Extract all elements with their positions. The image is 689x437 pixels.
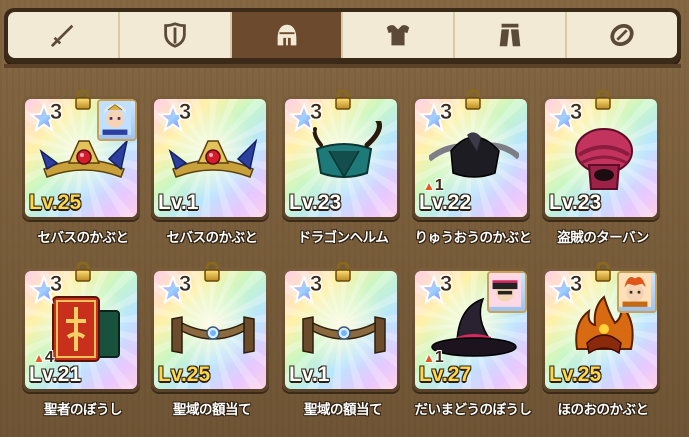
- tab-head[interactable]: [231, 12, 344, 58]
- item-frame: 3 ▲4 Lv.21: [22, 268, 140, 392]
- item-level: Lv.21: [29, 363, 82, 386]
- item-level: Lv.25: [549, 363, 602, 386]
- item-name: セバスのかぶと: [166, 230, 259, 246]
- item-frame: 3 Lv.1: [151, 96, 269, 220]
- tab-body-top[interactable]: [343, 12, 456, 58]
- item-level: Lv.25: [158, 363, 211, 386]
- equipment-card[interactable]: 3 Lv.1 セバスのかぶと: [147, 96, 272, 256]
- tab-body-bottom[interactable]: [455, 12, 568, 58]
- item-level: Lv.27: [419, 363, 472, 386]
- equipped-character-avatar: [97, 99, 137, 141]
- shield-icon: [163, 22, 186, 48]
- item-name: セバスのかぶと: [37, 230, 130, 246]
- rarity-number: 3: [310, 271, 323, 296]
- lock-icon: [74, 89, 92, 110]
- item-frame: 3 Lv.25: [542, 268, 660, 392]
- lock-icon: [594, 261, 612, 282]
- item-name: だいまどうのぼうし: [414, 402, 533, 418]
- accessory-ring-icon: [610, 24, 634, 46]
- rarity-number: 3: [50, 271, 63, 296]
- equipment-card[interactable]: 3 Lv.23 盗賊のターバン: [538, 89, 663, 256]
- lock-icon: [203, 261, 221, 282]
- item-frame: 3 ▲1 Lv.22: [412, 96, 530, 220]
- item-frame: 3 Lv.25: [151, 268, 269, 392]
- rarity-number: 3: [570, 271, 583, 296]
- rarity-number: 3: [570, 99, 583, 124]
- equipment-category-tabs: [4, 8, 681, 64]
- rarity-number: 3: [50, 99, 63, 124]
- tab-accessory[interactable]: [567, 12, 677, 58]
- equipment-card[interactable]: 3 Lv.25 聖域の額当て: [147, 261, 272, 428]
- item-name: 聖域の額当て: [304, 402, 383, 418]
- lock-icon: [334, 89, 352, 110]
- equipment-card[interactable]: 3 Lv.25 ほのおのかぶと: [538, 261, 663, 428]
- equipped-character-avatar: [487, 271, 527, 313]
- lock-icon: [334, 261, 352, 282]
- equipment-card[interactable]: 3 Lv.25 セバスのかぶと: [18, 89, 143, 256]
- equipment-card[interactable]: 3 Lv.23 ドラゴンヘルム: [278, 89, 403, 256]
- rarity-number: 3: [440, 99, 453, 124]
- lock-icon: [464, 89, 482, 110]
- tab-shield[interactable]: [120, 12, 232, 58]
- item-frame: 3 Lv.25: [22, 96, 140, 220]
- item-level: Lv.1: [158, 191, 199, 214]
- item-name: ドラゴンヘルム: [297, 230, 389, 246]
- item-frame: 3 Lv.23: [282, 96, 400, 220]
- tab-weapon[interactable]: [8, 12, 120, 58]
- equipment-card[interactable]: 3 Lv.1 聖域の額当て: [278, 261, 403, 428]
- item-name: 聖域の額当て: [173, 402, 252, 418]
- item-level: Lv.1: [289, 363, 330, 386]
- item-level: Lv.25: [29, 191, 82, 214]
- item-name: ほのおのかぶと: [557, 402, 650, 418]
- rarity-number: 3: [179, 271, 192, 296]
- item-name: 盗賊のターバン: [557, 230, 649, 246]
- item-frame: 3 Lv.1: [282, 268, 400, 392]
- rarity-number: 3: [440, 271, 453, 296]
- sword-icon: [51, 24, 74, 47]
- item-level: Lv.22: [419, 191, 472, 214]
- tab-divider: [4, 64, 681, 68]
- lock-icon: [74, 261, 92, 282]
- item-name: 聖者のぼうし: [44, 402, 123, 418]
- lock-icon: [594, 89, 612, 110]
- item-frame: 3 ▲1 Lv.27: [412, 268, 530, 392]
- rarity-number: 3: [310, 99, 323, 124]
- equipment-card[interactable]: 3 ▲4 Lv.21 聖者のぼうし: [18, 261, 143, 428]
- equipment-card[interactable]: 3 ▲1 Lv.27 だいまどうのぼうし: [408, 268, 533, 428]
- equipped-character-avatar: [617, 271, 657, 313]
- item-level: Lv.23: [289, 191, 342, 214]
- armor-top-icon: [387, 25, 410, 46]
- item-name: りゅうおうのかぶと: [414, 230, 533, 246]
- equipment-card[interactable]: 3 ▲1 Lv.22 りゅうおうのかぶと: [408, 89, 533, 256]
- item-level: Lv.23: [549, 191, 602, 214]
- armor-bottom-icon: [499, 23, 521, 47]
- rarity-number: 3: [179, 99, 192, 124]
- helmet-icon: [277, 24, 296, 46]
- item-frame: 3 Lv.23: [542, 96, 660, 220]
